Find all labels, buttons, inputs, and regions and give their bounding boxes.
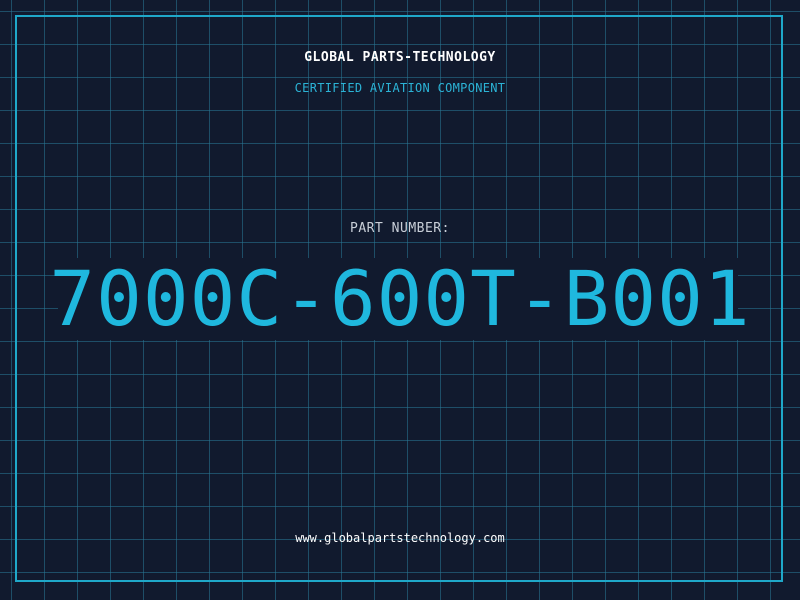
company-name: GLOBAL PARTS-TECHNOLOGY	[304, 50, 496, 65]
tagline: CERTIFIED AVIATION COMPONENT	[294, 81, 506, 95]
part-number-label: PART NUMBER:	[350, 221, 450, 236]
part-number-value: 7000C-600T-B001	[49, 254, 751, 343]
website-url: www.globalpartstechnology.com	[295, 531, 505, 545]
label-canvas: GLOBAL PARTS-TECHNOLOGY CERTIFIED AVIATI…	[0, 0, 800, 600]
